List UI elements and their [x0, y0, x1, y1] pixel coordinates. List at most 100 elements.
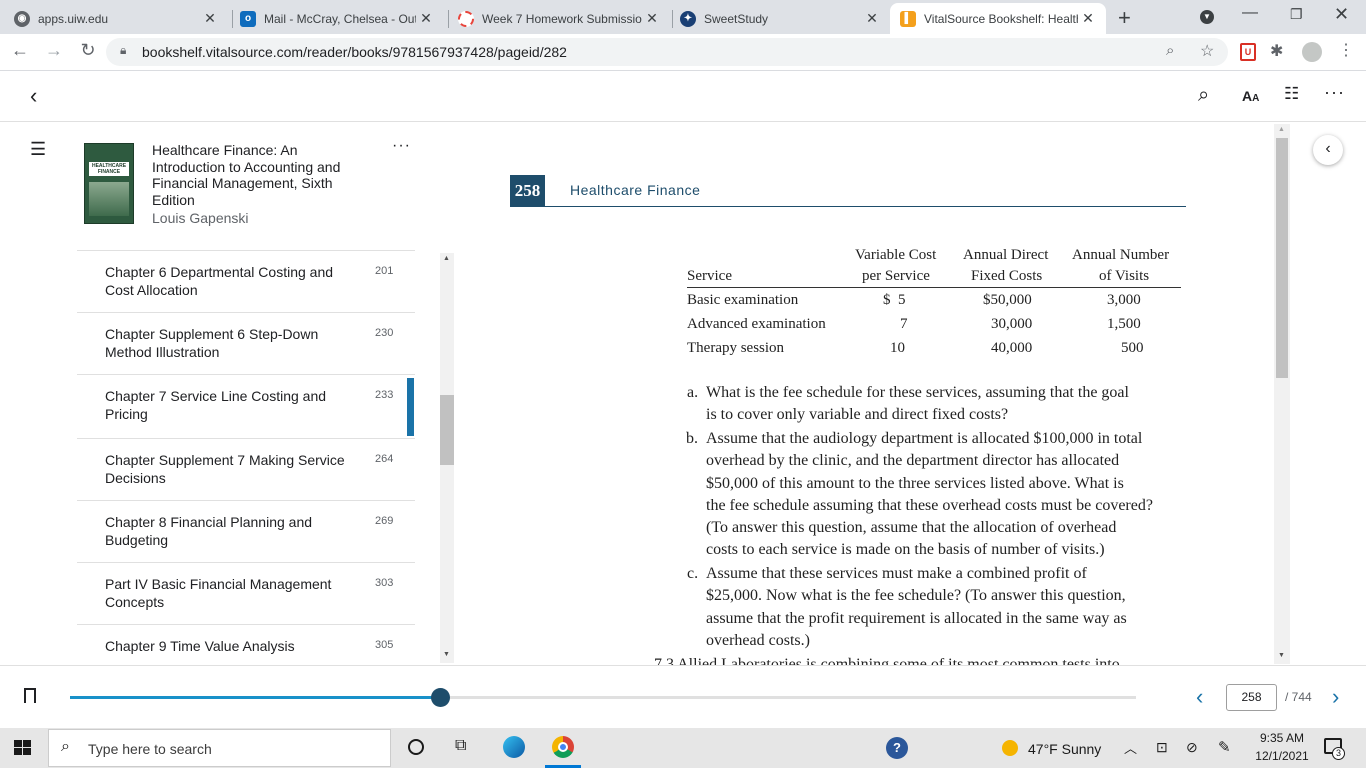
toc-item[interactable]: Chapter 8 Financial Planning and Budgeti…: [77, 500, 415, 562]
toc-item[interactable]: Chapter 6 Departmental Costing and Cost …: [77, 250, 415, 312]
page-scroll-thumb[interactable]: [1276, 138, 1288, 378]
reload-icon[interactable]: ↻: [76, 40, 100, 61]
page-navigation-bar: ‹ 258 / 744 ›: [0, 665, 1366, 727]
task-view-icon[interactable]: ⧉: [455, 737, 466, 755]
sweetstudy-icon: ✦: [680, 10, 696, 27]
table-row: Therapy session: [687, 340, 785, 356]
toc-scrollbar[interactable]: ▲ ▼: [440, 253, 454, 663]
collapse-panel-button[interactable]: ‹: [1313, 135, 1343, 165]
minimize-icon[interactable]: —: [1242, 4, 1258, 22]
extensions-puzzle-icon[interactable]: ✱: [1270, 41, 1283, 61]
omnibox[interactable]: 🔒︎ bookshelf.vitalsource.com/reader/book…: [106, 38, 1228, 66]
close-tab-icon[interactable]: ✕: [642, 10, 662, 27]
camera-icon[interactable]: ⊡: [1156, 739, 1168, 756]
vitalsource-icon: ▌: [900, 10, 916, 27]
question-a: What is the fee schedule for these servi…: [706, 384, 1129, 424]
outlook-icon: o: [240, 10, 256, 27]
weather-text[interactable]: 47°F Sunny: [1028, 741, 1101, 757]
back-arrow-icon[interactable]: ←: [8, 40, 32, 61]
close-window-icon[interactable]: ✕: [1334, 4, 1349, 25]
globe-icon: ◉: [14, 10, 30, 27]
page-progress-track[interactable]: [70, 688, 1136, 707]
back-chevron-icon[interactable]: ‹: [30, 83, 37, 109]
book-page: 258 Healthcare Finance Variable Cost per…: [456, 123, 1276, 665]
lock-icon: 🔒︎: [120, 43, 127, 57]
scroll-down-icon[interactable]: ▼: [443, 651, 450, 658]
bookmark-star-icon[interactable]: ☆: [1200, 41, 1214, 61]
weather-sun-icon[interactable]: [1002, 740, 1018, 756]
edge-icon[interactable]: [503, 736, 525, 758]
next-page-icon[interactable]: ›: [1332, 684, 1339, 710]
extension-shield-icon[interactable]: U: [1240, 43, 1256, 61]
header-rule: [510, 206, 1186, 207]
windows-start-icon[interactable]: [14, 740, 32, 756]
new-tab-icon[interactable]: +: [1118, 5, 1131, 31]
running-head: Healthcare Finance: [570, 182, 701, 198]
question-c-label: c.: [687, 565, 699, 582]
windows-taskbar: ⌕ Type here to search ⧉ ? 47°F Sunny ︿ ⊡…: [0, 728, 1366, 768]
question-b-label: b.: [686, 430, 698, 447]
search-icon: ⌕: [61, 738, 70, 755]
question-c: Assume that these services must make a c…: [706, 565, 1127, 649]
bookmark-icon[interactable]: [24, 688, 36, 703]
question-b: Assume that the audiology department is …: [706, 430, 1153, 559]
question-a-label: a.: [687, 384, 699, 401]
page-number-input[interactable]: 258: [1226, 684, 1277, 711]
book-author: Louis Gapenski: [152, 210, 249, 226]
tab-search-icon[interactable]: ▼: [1200, 10, 1214, 24]
help-app-icon[interactable]: ?: [886, 737, 908, 759]
tab-sweetstudy[interactable]: ✦ SweetStudy ✕: [674, 3, 890, 34]
page-progress-handle[interactable]: [430, 688, 450, 707]
close-tab-icon[interactable]: ✕: [862, 10, 882, 27]
clock-date[interactable]: 12/1/2021: [1252, 749, 1312, 763]
browser-tab-strip: ◉ apps.uiw.edu ✕ o Mail - McCray, Chelse…: [0, 0, 1366, 34]
taskbar-search-box[interactable]: ⌕ Type here to search: [48, 729, 391, 767]
pen-icon[interactable]: ✎: [1218, 738, 1231, 756]
profile-avatar-icon[interactable]: [1302, 42, 1322, 62]
close-tab-icon[interactable]: ✕: [1078, 10, 1098, 27]
scroll-up-icon[interactable]: ▲: [443, 255, 450, 262]
restore-icon[interactable]: ❐: [1290, 6, 1303, 23]
next-question-partial: 7.3 Allied Laboratories is combining som…: [654, 656, 1120, 665]
toc-item[interactable]: Part IV Basic Financial Management Conce…: [77, 562, 415, 624]
reader-toolbar: ‹ ⌕ AA ☷ ···: [0, 72, 1366, 122]
forward-arrow-icon[interactable]: →: [42, 40, 66, 61]
book-cover: HEALTHCARE FINANCE: [84, 143, 134, 224]
toc-toggle-icon[interactable]: ☰: [30, 139, 46, 160]
page-scrollbar[interactable]: ▲ ▼: [1274, 124, 1290, 664]
scroll-down-icon[interactable]: ▼: [1278, 652, 1285, 659]
previous-page-icon[interactable]: ‹: [1196, 684, 1203, 710]
toc-item[interactable]: Chapter Supplement 7 Making Service Deci…: [77, 438, 415, 500]
book-title: Healthcare Finance: An Introduction to A…: [152, 142, 341, 208]
notification-count: 3: [1332, 747, 1345, 760]
clock-time[interactable]: 9:35 AM: [1258, 731, 1306, 745]
notes-icon[interactable]: ☷: [1284, 84, 1299, 104]
kebab-menu-icon[interactable]: ⋮: [1338, 40, 1354, 60]
tab-week7[interactable]: Week 7 Homework Submissio ✕: [450, 3, 670, 34]
page-progress-fill: [70, 696, 440, 699]
close-tab-icon[interactable]: ✕: [416, 10, 436, 27]
toc-sidebar: ☰ HEALTHCARE FINANCE Healthcare Finance:…: [0, 123, 455, 665]
more-options-icon[interactable]: ···: [1324, 82, 1345, 103]
tray-chevron-icon[interactable]: ︿: [1124, 738, 1137, 757]
tab-apps-uiw[interactable]: ◉ apps.uiw.edu ✕: [0, 3, 228, 34]
tab-mail[interactable]: o Mail - McCray, Chelsea - Outl ✕: [234, 3, 444, 34]
current-chapter-marker: [407, 378, 414, 436]
tab-vitalsource[interactable]: ▌ VitalSource Bookshelf: Health ✕: [890, 3, 1106, 34]
page-number-box: 258: [510, 175, 545, 207]
zoom-search-icon[interactable]: ⌕: [1166, 42, 1174, 59]
toc-scroll-thumb[interactable]: [440, 395, 454, 465]
close-tab-icon[interactable]: ✕: [200, 10, 220, 27]
toc-item-current[interactable]: Chapter 7 Service Line Costing and Prici…: [77, 374, 415, 436]
text-size-icon[interactable]: AA: [1242, 88, 1259, 104]
cortana-icon[interactable]: [408, 739, 424, 755]
scroll-up-icon[interactable]: ▲: [1278, 126, 1285, 133]
address-bar-row: ← → ↻ 🔒︎ bookshelf.vitalsource.com/reade…: [0, 34, 1366, 71]
book-more-icon[interactable]: ···: [392, 137, 411, 155]
network-icon[interactable]: ⊘: [1186, 739, 1198, 756]
search-icon[interactable]: ⌕: [1198, 84, 1209, 107]
toc-item[interactable]: Chapter Supplement 6 Step-Down Method Il…: [77, 312, 415, 374]
loading-icon: [458, 10, 474, 27]
chrome-icon[interactable]: [552, 736, 574, 758]
table-row: Advanced examination: [687, 316, 826, 332]
